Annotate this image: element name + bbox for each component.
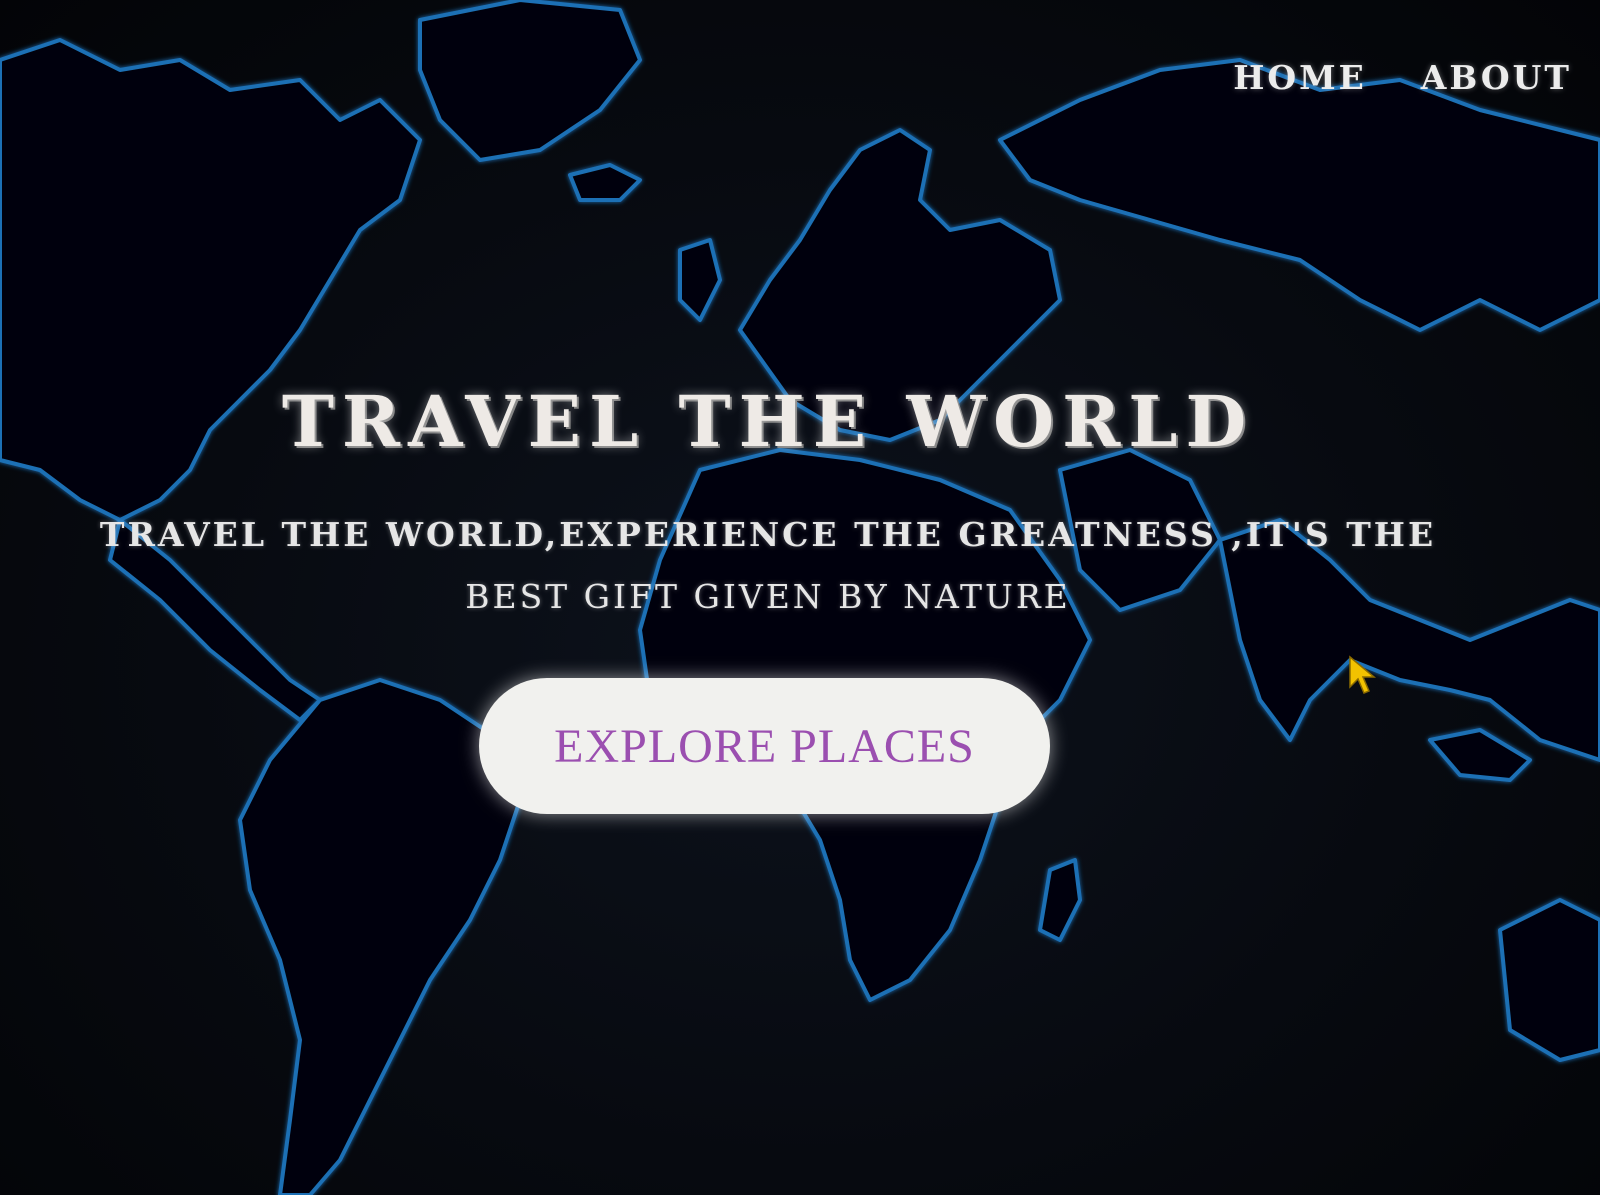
- page: HOME ABOUT TRAVEL THE WORLD TRAVEL THE W…: [0, 0, 1600, 1195]
- nav-about-link[interactable]: ABOUT: [1421, 58, 1572, 97]
- explore-places-button[interactable]: EXPLORE PLACES: [479, 678, 1050, 814]
- hero-subtitle: TRAVEL THE WORLD,EXPERIENCE THE GREATNES…: [70, 504, 1466, 628]
- hero-subtitle-line1: TRAVEL THE WORLD,EXPERIENCE THE GREATNES…: [99, 515, 1437, 554]
- mouse-pointer-icon: [1349, 655, 1377, 694]
- hero-title: TRAVEL THE WORLD: [281, 380, 1255, 463]
- nav-home-link[interactable]: HOME: [1233, 58, 1367, 97]
- top-nav: HOME ABOUT: [1233, 58, 1572, 97]
- hero-subtitle-line2: BEST GIFT GIVEN BY NATURE: [465, 577, 1071, 616]
